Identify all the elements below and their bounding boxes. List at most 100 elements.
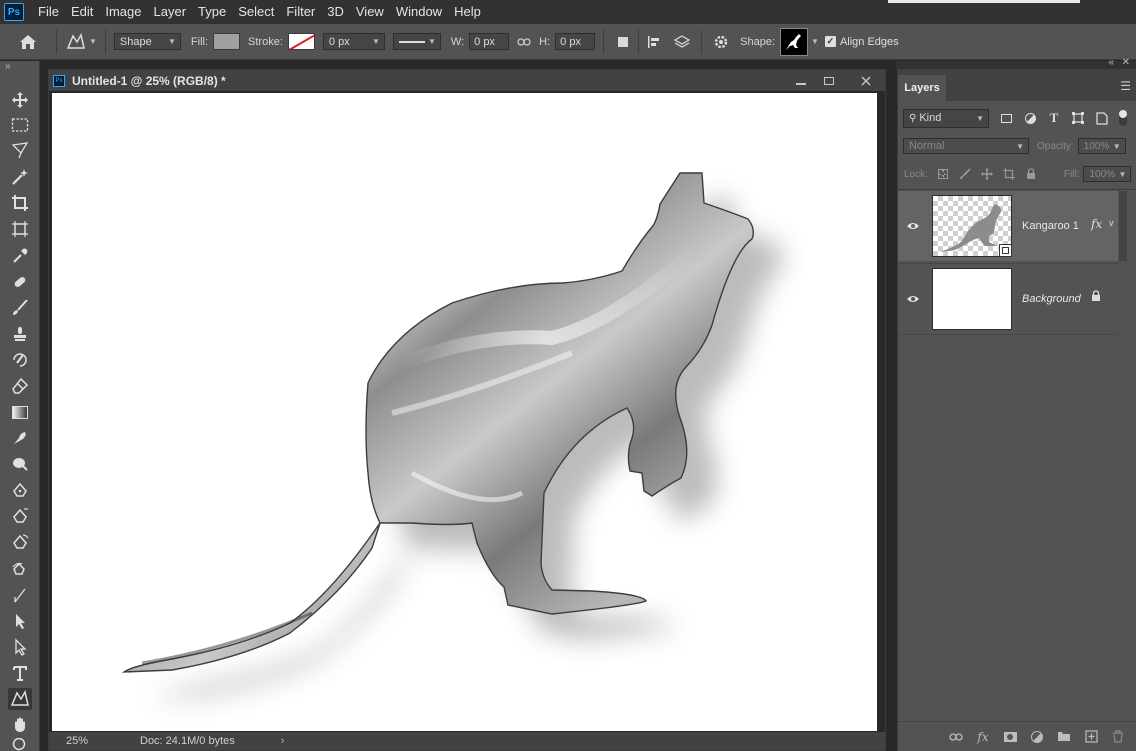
layer-name[interactable]: Kangaroo 1 bbox=[1022, 220, 1079, 232]
new-group-button[interactable] bbox=[1055, 728, 1073, 746]
menu-edit[interactable]: Edit bbox=[65, 0, 99, 24]
search-field-edge[interactable] bbox=[888, 0, 1080, 3]
path-arrangement-button[interactable] bbox=[671, 31, 693, 53]
move-tool[interactable] bbox=[8, 89, 32, 111]
type-tool[interactable] bbox=[8, 662, 32, 684]
lock-transparency-button[interactable] bbox=[932, 163, 954, 185]
filter-adjustment-button[interactable] bbox=[1019, 107, 1041, 129]
stroke-width-field[interactable]: 0 px ▼ bbox=[322, 33, 385, 50]
document-tab[interactable]: Ps Untitled-1 @ 25% (RGB/8) * bbox=[49, 70, 885, 91]
healing-tool[interactable] bbox=[8, 271, 32, 293]
tab-layers[interactable]: Layers bbox=[898, 75, 946, 101]
stroke-type-select[interactable]: ▼ bbox=[392, 33, 441, 50]
path-operations-button[interactable] bbox=[612, 31, 634, 53]
magic-wand-tool[interactable] bbox=[8, 166, 32, 188]
hand-tool[interactable] bbox=[8, 714, 32, 736]
stroke-swatch[interactable] bbox=[287, 33, 315, 50]
convert-point-tool[interactable] bbox=[8, 584, 32, 606]
menu-select[interactable]: Select bbox=[232, 0, 280, 24]
menu-type[interactable]: Type bbox=[192, 0, 232, 24]
lock-position-button[interactable] bbox=[976, 163, 998, 185]
filter-kind-select[interactable]: ⚲ Kind ▼ bbox=[903, 108, 989, 128]
zoom-level[interactable]: 25% bbox=[66, 735, 136, 747]
dodge-tool[interactable] bbox=[8, 453, 32, 475]
eraser-tool[interactable] bbox=[8, 375, 32, 397]
layers-scrollbar[interactable] bbox=[1119, 191, 1127, 261]
filter-type-button[interactable]: T bbox=[1043, 107, 1065, 129]
layer-row[interactable]: Background bbox=[898, 263, 1118, 333]
eyedropper-tool[interactable] bbox=[8, 245, 32, 267]
lock-pixels-button[interactable] bbox=[954, 163, 976, 185]
custom-shape-tool[interactable] bbox=[8, 688, 32, 710]
layer-visibility-toggle[interactable] bbox=[898, 221, 928, 231]
add-mask-button[interactable] bbox=[1001, 728, 1019, 746]
lock-all-button[interactable] bbox=[1020, 163, 1042, 185]
delete-layer-button[interactable] bbox=[1109, 728, 1127, 746]
add-anchor-tool[interactable] bbox=[8, 558, 32, 580]
home-button[interactable] bbox=[0, 24, 56, 60]
menu-3d[interactable]: 3D bbox=[321, 0, 350, 24]
chevron-right-icon[interactable]: › bbox=[281, 735, 285, 747]
crop-tool[interactable] bbox=[8, 192, 32, 214]
zoom-tool[interactable] bbox=[8, 738, 32, 751]
lock-artboard-button[interactable] bbox=[998, 163, 1020, 185]
lasso-tool[interactable] bbox=[8, 139, 32, 161]
brush-tool[interactable] bbox=[8, 297, 32, 319]
marquee-tool[interactable] bbox=[8, 114, 32, 136]
canvas[interactable] bbox=[52, 93, 877, 731]
height-field[interactable]: 0 px bbox=[555, 33, 596, 50]
pen-tool[interactable] bbox=[8, 480, 32, 502]
menu-help[interactable]: Help bbox=[448, 0, 487, 24]
layer-thumbnail[interactable] bbox=[932, 195, 1012, 257]
fx-icon[interactable]: fx bbox=[1091, 217, 1102, 231]
opacity-field[interactable]: 100% ▼ bbox=[1077, 138, 1126, 154]
path-alignment-button[interactable] bbox=[643, 31, 665, 53]
shape-picker[interactable] bbox=[780, 27, 809, 56]
layer-visibility-toggle[interactable] bbox=[898, 294, 928, 304]
shape-mode-select[interactable]: Shape ▼ bbox=[113, 33, 181, 50]
width-field[interactable]: 0 px bbox=[469, 33, 510, 50]
path-selection-tool[interactable] bbox=[8, 610, 32, 632]
link-layers-button[interactable] bbox=[947, 728, 965, 746]
frame-tool[interactable] bbox=[8, 218, 32, 240]
menu-layer[interactable]: Layer bbox=[148, 0, 193, 24]
path-settings-button[interactable] bbox=[710, 31, 732, 53]
close-panels-icon[interactable]: ✕ bbox=[1122, 57, 1130, 68]
stamp-tool[interactable] bbox=[8, 323, 32, 345]
align-edges-checkbox[interactable]: ✓ Align Edges bbox=[824, 24, 899, 60]
layer-row[interactable]: Kangaroo 1 fx ∨ bbox=[898, 191, 1118, 261]
chevron-down-icon[interactable]: ∨ bbox=[1108, 218, 1115, 229]
add-layer-style-button[interactable]: fx bbox=[974, 728, 992, 746]
history-brush-tool[interactable] bbox=[8, 349, 32, 371]
collapse-panels-icon[interactable]: « bbox=[1108, 57, 1114, 68]
menu-file[interactable]: File bbox=[32, 0, 65, 24]
fill-swatch[interactable] bbox=[213, 33, 241, 50]
menu-window[interactable]: Window bbox=[390, 0, 448, 24]
collapse-panel-icon[interactable]: » bbox=[5, 61, 11, 72]
menu-image[interactable]: Image bbox=[99, 0, 147, 24]
curvature-pen-tool[interactable] bbox=[8, 532, 32, 554]
new-layer-button[interactable] bbox=[1082, 728, 1100, 746]
gradient-tool[interactable] bbox=[8, 401, 32, 423]
menu-view[interactable]: View bbox=[350, 0, 390, 24]
maximize-button[interactable] bbox=[815, 70, 843, 91]
canvas-area[interactable] bbox=[49, 91, 885, 733]
kangaroo-shape[interactable] bbox=[52, 93, 877, 731]
tool-preset-picker[interactable]: ▼ bbox=[65, 24, 97, 60]
smudge-tool[interactable] bbox=[8, 427, 32, 449]
fill-field[interactable]: 100% ▼ bbox=[1083, 166, 1132, 182]
close-button[interactable] bbox=[852, 70, 880, 91]
panel-menu-icon[interactable]: ☰ bbox=[1120, 79, 1131, 93]
blend-mode-select[interactable]: Normal ▼ bbox=[903, 138, 1029, 154]
menu-filter[interactable]: Filter bbox=[280, 0, 321, 24]
freeform-pen-tool[interactable] bbox=[8, 506, 32, 528]
direct-selection-tool[interactable] bbox=[8, 636, 32, 658]
layer-thumbnail[interactable] bbox=[932, 267, 1012, 330]
layer-name[interactable]: Background bbox=[1022, 293, 1081, 305]
link-dimensions-button[interactable] bbox=[517, 24, 531, 60]
chevron-down-icon[interactable]: ▼ bbox=[811, 37, 819, 46]
filter-pixel-button[interactable] bbox=[995, 107, 1017, 129]
new-adjustment-layer-button[interactable] bbox=[1028, 728, 1046, 746]
filter-smart-object-button[interactable] bbox=[1091, 107, 1113, 129]
filter-shape-button[interactable] bbox=[1067, 107, 1089, 129]
